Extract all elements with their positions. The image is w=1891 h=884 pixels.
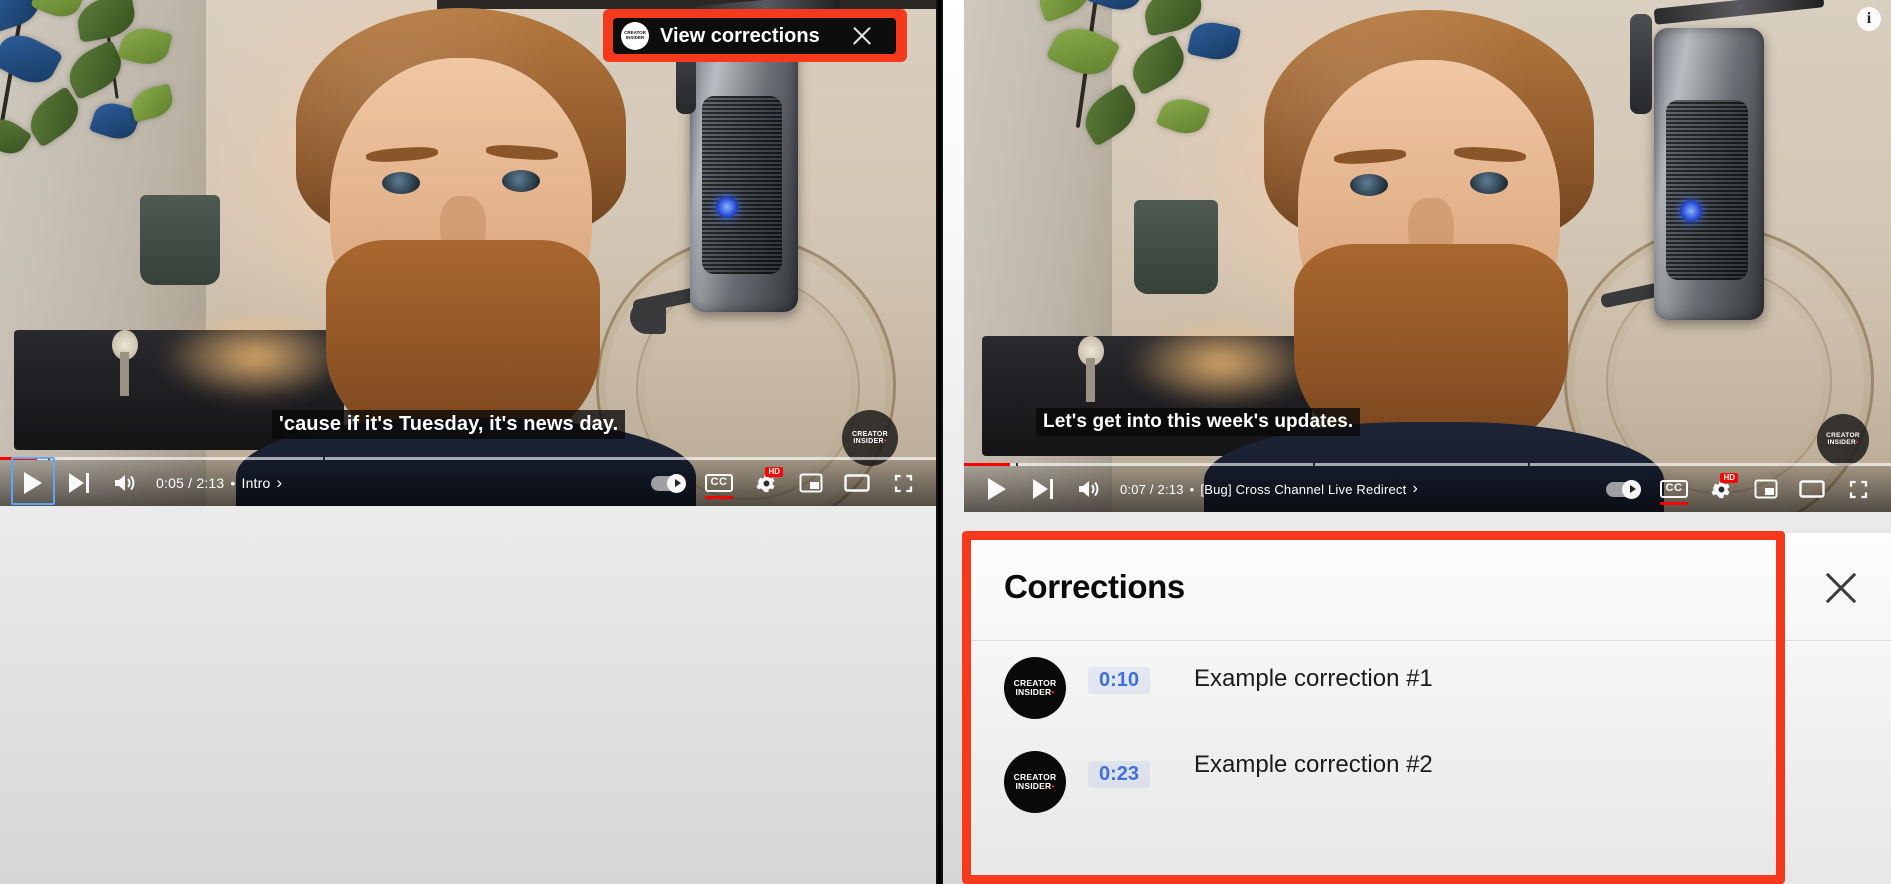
autoplay-knob	[1622, 479, 1641, 499]
control-bar: 0:07 / 2:13 • [Bug] Cross Channel Live R…	[964, 466, 1891, 512]
control-bar: 0:05 / 2:13 • Intro › CC HD	[0, 457, 936, 506]
watermark-line-2: INSIDER•	[853, 438, 887, 445]
miniplayer-button[interactable]	[1743, 466, 1789, 512]
microphone-led	[716, 196, 738, 218]
chapter-title[interactable]: Intro	[241, 475, 270, 491]
microphone-led	[1680, 200, 1702, 222]
right-video-player[interactable]: i CREATOR INSIDER• Let's get into this w…	[964, 0, 1891, 512]
watermark-line-2: INSIDER•	[1827, 439, 1859, 446]
corrections-close-button[interactable]	[1818, 565, 1864, 611]
fullscreen-button[interactable]	[1835, 466, 1881, 512]
bicycle-handlebar	[630, 300, 666, 334]
cc-icon: CC	[1659, 480, 1689, 498]
watermark-line-1: CREATOR	[851, 430, 889, 438]
info-icon[interactable]: i	[1857, 7, 1881, 31]
plant-leaf	[0, 110, 33, 162]
plant-leaf	[1124, 34, 1193, 97]
time-separator: •	[1189, 481, 1195, 497]
theater-mode-icon	[1799, 480, 1825, 498]
chapter-chevron-icon[interactable]: ›	[277, 473, 283, 493]
control-bar-right: CC HD	[1595, 466, 1881, 512]
video-caption: Let's get into this week's updates.	[1036, 408, 1361, 436]
miniplayer-button[interactable]	[788, 460, 834, 506]
video-caption: 'cause if it's Tuesday, it's news day.	[272, 410, 626, 439]
monitor-glow	[160, 312, 350, 402]
plant-leaf	[1075, 83, 1145, 148]
microphone-grille	[702, 96, 782, 274]
miniplayer-icon	[1754, 479, 1778, 499]
play-button[interactable]	[10, 457, 56, 506]
monitor-glow	[1126, 318, 1316, 408]
corrections-highlight	[962, 531, 1785, 884]
cc-active-underline	[705, 496, 733, 499]
closed-captions-button[interactable]: CC	[696, 460, 742, 506]
autoplay-toggle-icon	[651, 473, 686, 493]
volume-button[interactable]	[102, 460, 148, 506]
settings-hd-badge: HD	[1720, 473, 1738, 483]
next-video-button[interactable]	[56, 460, 102, 506]
plant-leaf	[128, 83, 177, 123]
time-and-chapter: 0:05 / 2:13 • Intro ›	[156, 473, 282, 493]
view-corrections-button[interactable]: CREATOR INSIDER View corrections	[613, 18, 896, 54]
settings-button[interactable]: HD	[1697, 466, 1743, 512]
cc-active-underline	[1660, 502, 1688, 505]
theater-mode-button[interactable]	[1789, 466, 1835, 512]
chapter-chevron-icon[interactable]: ›	[1412, 480, 1418, 498]
control-bar-right: CC HD	[640, 460, 926, 506]
fullscreen-button[interactable]	[880, 460, 926, 506]
settings-button[interactable]: HD	[742, 460, 788, 506]
plant-decoration	[0, 0, 300, 213]
panel-divider-line	[938, 0, 941, 884]
microphone-grille	[1666, 100, 1748, 280]
time-and-chapter: 0:07 / 2:13 • [Bug] Cross Channel Live R…	[1120, 480, 1418, 498]
left-player-controls: 0:05 / 2:13 • Intro › CC HD	[0, 457, 936, 506]
autoplay-toggle-button[interactable]	[1595, 466, 1651, 512]
person-eye	[1350, 174, 1388, 196]
left-video-player[interactable]: CREATOR INSIDER• 'cause if it's Tuesday,…	[0, 0, 936, 506]
plant-leaf	[1155, 92, 1211, 141]
autoplay-toggle-icon	[1606, 479, 1641, 499]
person-eye	[502, 170, 540, 192]
left-top-bar	[437, 0, 936, 9]
lamp-stand	[1086, 358, 1095, 402]
control-bar-left: 0:07 / 2:13 • [Bug] Cross Channel Live R…	[974, 466, 1418, 512]
theater-mode-icon	[844, 474, 870, 492]
view-corrections-label: View corrections	[660, 24, 820, 47]
play-button[interactable]	[974, 466, 1020, 512]
plant-pot	[1134, 200, 1218, 294]
settings-hd-badge: HD	[765, 467, 783, 477]
time-display: 0:07 / 2:13	[1120, 481, 1184, 497]
close-icon[interactable]	[848, 22, 876, 50]
theater-mode-button[interactable]	[834, 460, 880, 506]
avatar-line-2: INSIDER	[625, 35, 645, 40]
fullscreen-icon	[1849, 480, 1867, 498]
cc-icon: CC	[704, 474, 734, 492]
person-eye	[1470, 172, 1508, 194]
time-display: 0:05 / 2:13	[156, 475, 225, 491]
autoplay-knob	[667, 473, 686, 493]
right-player-controls: 0:07 / 2:13 • [Bug] Cross Channel Live R…	[964, 463, 1891, 512]
fullscreen-icon	[894, 474, 912, 492]
control-bar-left: 0:05 / 2:13 • Intro ›	[10, 457, 282, 506]
lamp-stand	[120, 352, 129, 396]
microphone-mount	[1630, 14, 1652, 114]
next-video-button[interactable]	[1020, 466, 1066, 512]
time-separator: •	[230, 475, 236, 491]
volume-icon	[1079, 481, 1099, 497]
view-corrections-avatar: CREATOR INSIDER	[621, 22, 649, 50]
chapter-title[interactable]: [Bug] Cross Channel Live Redirect	[1200, 482, 1406, 497]
channel-watermark: CREATOR INSIDER•	[1817, 414, 1869, 466]
person-eye	[382, 172, 420, 194]
screenshot-stage: CREATOR INSIDER• 'cause if it's Tuesday,…	[0, 0, 1891, 884]
closed-captions-button[interactable]: CC	[1651, 466, 1697, 512]
volume-button[interactable]	[1066, 466, 1112, 512]
plant-leaf	[1033, 0, 1096, 24]
plant-leaf	[1186, 18, 1242, 64]
miniplayer-icon	[799, 473, 823, 493]
volume-icon	[115, 475, 135, 491]
autoplay-toggle-button[interactable]	[640, 460, 696, 506]
plant-pot	[140, 195, 220, 285]
